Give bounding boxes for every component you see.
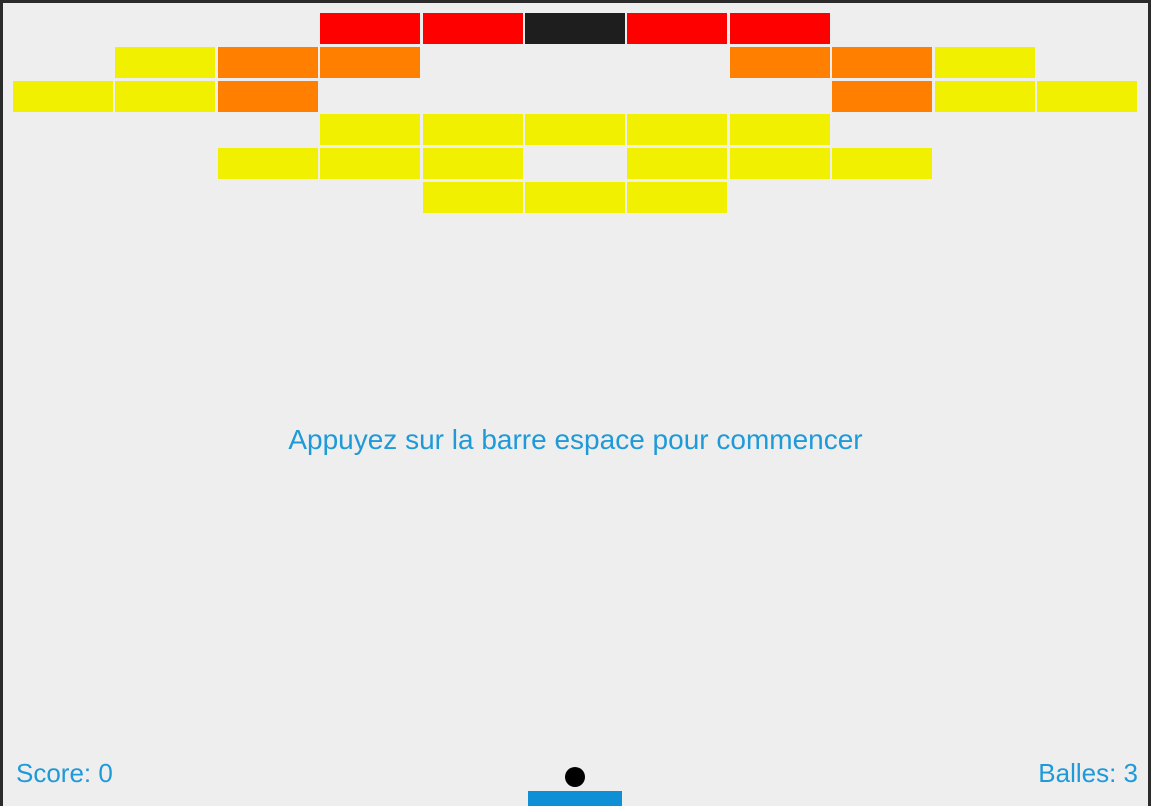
brick-red: [729, 13, 830, 44]
brick-red: [422, 13, 523, 44]
brick-yellow: [13, 80, 113, 112]
brick-yellow: [320, 148, 421, 180]
brick-orange: [832, 80, 933, 112]
brick-red: [320, 13, 421, 44]
brick-yellow: [115, 80, 216, 112]
brick-yellow: [422, 148, 523, 180]
brick-yellow: [934, 80, 1035, 112]
brick-yellow: [525, 114, 625, 146]
brick-red: [627, 13, 728, 44]
brick-yellow: [115, 46, 216, 78]
game-canvas[interactable]: Appuyez sur la barre espace pour commenc…: [3, 3, 1148, 806]
brick-yellow: [217, 148, 318, 180]
brick-orange: [832, 46, 933, 78]
brick-yellow: [627, 182, 728, 213]
brick-yellow: [832, 148, 933, 180]
brick-yellow: [729, 114, 830, 146]
brick-orange: [217, 46, 318, 78]
brick-black: [525, 13, 625, 44]
paddle[interactable]: [528, 791, 622, 806]
brick-yellow: [1037, 80, 1137, 112]
brick-orange: [729, 46, 830, 78]
balls-remaining-label: Balles: 3: [1038, 758, 1138, 788]
brick-yellow: [525, 182, 625, 213]
ball: [565, 767, 585, 787]
brick-yellow: [627, 148, 728, 180]
brick-orange: [217, 80, 318, 112]
brick-yellow: [320, 114, 421, 146]
start-message: Appuyez sur la barre espace pour commenc…: [288, 424, 863, 455]
brick-yellow: [729, 148, 830, 180]
score-label: Score: 0: [16, 758, 113, 788]
brick-yellow: [934, 46, 1035, 78]
brick-orange: [320, 46, 421, 78]
brick-yellow: [627, 114, 728, 146]
brick-yellow: [422, 114, 523, 146]
brick-yellow: [422, 182, 523, 213]
